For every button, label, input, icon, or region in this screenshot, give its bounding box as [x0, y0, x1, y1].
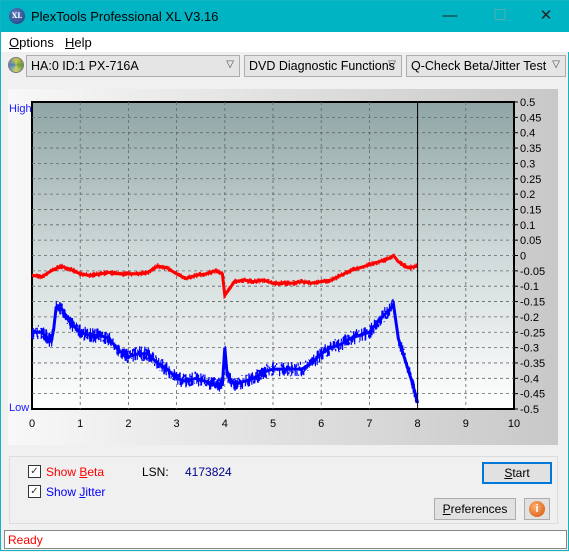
- label-text: itter: [85, 485, 106, 499]
- y-tick-label: -0.2: [520, 312, 539, 324]
- y-tick-label: -0.35: [520, 358, 545, 370]
- x-tick-label: 8: [415, 418, 421, 430]
- button-label: tart: [512, 466, 530, 480]
- y-tick-label: 0.45: [520, 112, 541, 124]
- button-label: references: [450, 502, 508, 516]
- x-tick-label: 2: [125, 418, 131, 430]
- x-tick-label: 0: [29, 418, 35, 430]
- label-text: Show: [46, 465, 80, 479]
- y-tick-label: 0.2: [520, 189, 535, 201]
- y-tick-label: 0.4: [520, 128, 535, 140]
- x-tick-label: 1: [77, 418, 83, 430]
- lsn-label: LSN:: [142, 465, 169, 479]
- y-tick-label: -0.1: [520, 281, 539, 293]
- y-tick-label: -0.45: [520, 389, 545, 401]
- info-icon: i: [529, 501, 545, 517]
- y-tick-label: 0.3: [520, 158, 535, 170]
- y-tick-label: 0.15: [520, 204, 541, 216]
- show-jitter-checkbox[interactable]: ✓: [28, 485, 41, 498]
- info-button[interactable]: i: [524, 498, 550, 520]
- x-tick-label: 3: [174, 418, 180, 430]
- y-tick-label: 0.35: [520, 143, 541, 155]
- x-tick-label: 7: [366, 418, 372, 430]
- y-tick-label: -0.4: [520, 373, 539, 385]
- controls-panel: ✓ Show Beta ✓ Show Jitter LSN: 4173824 S…: [9, 456, 558, 524]
- y-tick-label: 0.5: [520, 97, 535, 109]
- y-tick-label: -0.25: [520, 327, 545, 339]
- y-tick-label: 0.25: [520, 174, 541, 186]
- y-tick-label: -0.05: [520, 266, 545, 278]
- y-tick-label: 0.05: [520, 235, 541, 247]
- y-tick-label: -0.3: [520, 343, 539, 355]
- preferences-button[interactable]: Preferences: [434, 498, 516, 520]
- label-text: Show: [46, 485, 80, 499]
- x-tick-label: 6: [318, 418, 324, 430]
- accel-key: P: [442, 502, 451, 516]
- x-tick-label: 9: [463, 418, 469, 430]
- x-tick-label: 4: [222, 418, 228, 430]
- y-tick-label: 0: [520, 251, 526, 263]
- show-jitter-label[interactable]: Show Jitter: [46, 485, 105, 499]
- y-tick-label: -0.15: [520, 297, 545, 309]
- start-button[interactable]: Start: [482, 462, 552, 484]
- status-bar: Ready: [4, 530, 567, 549]
- y-tick-label: 0.1: [520, 220, 535, 232]
- show-beta-label[interactable]: Show Beta: [46, 465, 104, 479]
- x-tick-label: 5: [270, 418, 276, 430]
- show-beta-checkbox[interactable]: ✓: [28, 465, 41, 478]
- label-text: eta: [87, 465, 105, 479]
- lsn-value: 4173824: [185, 465, 232, 479]
- x-tick-label: 10: [508, 418, 520, 430]
- y-tick-label: -0.5: [520, 404, 539, 416]
